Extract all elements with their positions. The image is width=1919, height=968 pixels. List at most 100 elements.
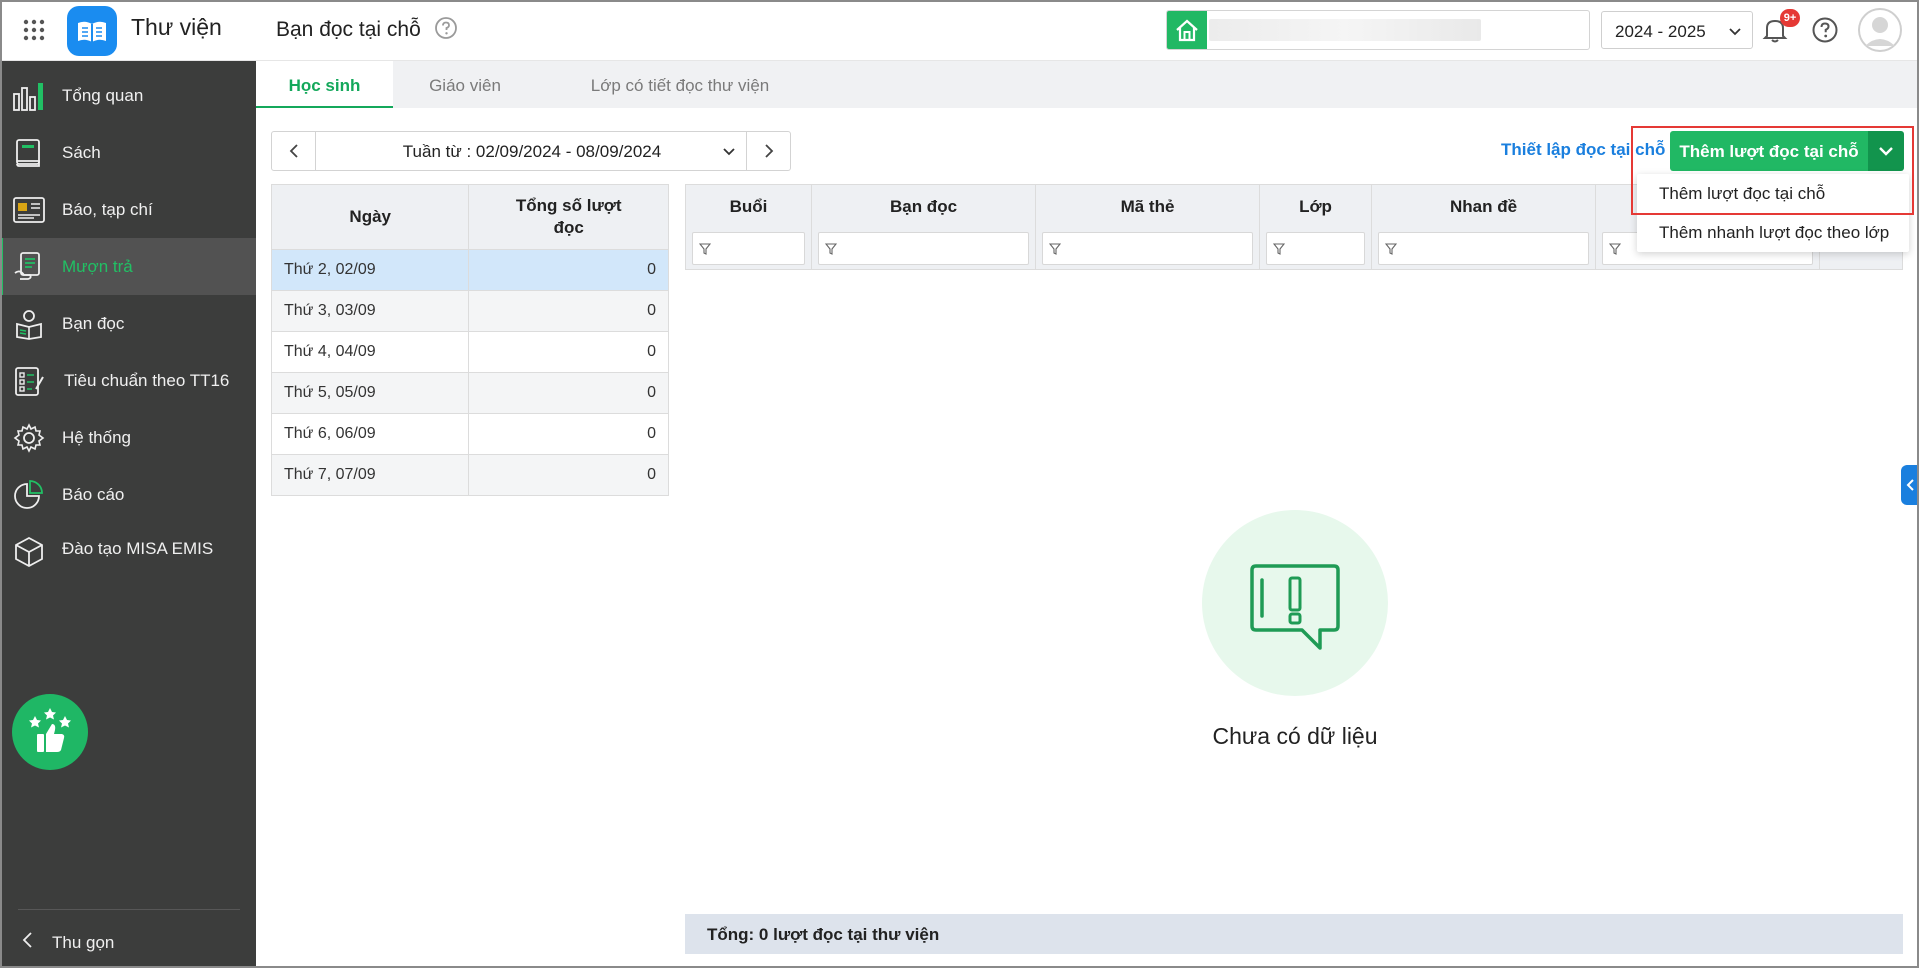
tab-students[interactable]: Học sinh <box>256 61 393 108</box>
help-icon[interactable] <box>1811 16 1839 44</box>
school-selector[interactable] <box>1166 10 1590 50</box>
column-title: Bạn đọc <box>889 197 958 216</box>
overview-chart-icon <box>13 83 43 111</box>
cube-icon <box>15 536 43 568</box>
user-avatar[interactable] <box>1858 8 1902 52</box>
sidebar-item-label: Đào tạo MISA EMIS <box>62 539 214 558</box>
sidebar-item-label: Hệ thống <box>62 428 131 447</box>
checklist-icon <box>15 367 44 396</box>
reading-setup-link[interactable]: Thiết lập đọc tại chỗ <box>1501 140 1665 160</box>
menu-item-add-reading[interactable]: Thêm lượt đọc tại chỗ <box>1637 174 1909 213</box>
open-book-icon <box>78 21 106 42</box>
column-title-name: Nhan đề <box>1372 185 1596 269</box>
count-cell: 0 <box>468 454 669 496</box>
filter-icon <box>1609 243 1621 255</box>
sidebar-item-borrow-return[interactable]: Mượn trả <box>0 238 256 295</box>
borrow-return-icon <box>14 252 40 280</box>
table-footer-summary: Tổng: 0 lượt đọc tại thư viện <box>685 914 1903 954</box>
chevron-down-icon <box>1879 147 1893 156</box>
chevron-left-icon <box>22 932 32 948</box>
book-icon <box>16 139 40 167</box>
add-reading-dropdown-toggle[interactable] <box>1868 131 1904 171</box>
collapse-label: Thu gọn <box>52 933 115 952</box>
sidebar-item-label: Báo, tạp chí <box>62 200 153 219</box>
empty-state-message: Chưa có dữ liệu <box>1212 723 1378 749</box>
sidebar-item-standards[interactable]: Tiêu chuẩn theo TT16 <box>0 352 256 409</box>
menu-item-quick-add-by-class[interactable]: Thêm nhanh lượt đọc theo lớp <box>1637 213 1909 252</box>
library-logo[interactable] <box>67 6 117 56</box>
table-row[interactable]: Thứ 3, 03/09 0 <box>270 290 669 332</box>
column-reader: Bạn đọc <box>812 185 1036 269</box>
day-cell: Thứ 2, 02/09 <box>270 249 470 291</box>
count-cell: 0 <box>468 249 669 291</box>
filter-icon <box>825 243 837 255</box>
tab-teachers[interactable]: Giáo viên <box>393 61 537 108</box>
chevron-left-icon <box>289 144 298 158</box>
right-panel-toggle[interactable] <box>1901 465 1919 505</box>
table-row[interactable]: Thứ 7, 07/09 0 <box>270 454 669 496</box>
app-title: Thư viện <box>131 14 222 40</box>
main-content: Học sinh Giáo viên Lớp có tiết đọc thư v… <box>256 61 1919 968</box>
page-title: Bạn đọc tại chỗ <box>276 18 421 41</box>
day-cell: Thứ 4, 04/09 <box>270 331 470 373</box>
column-header-total-reads: Tổng số lượt đọc <box>468 184 669 250</box>
sidebar-item-newspapers[interactable]: Báo, tạp chí <box>0 181 256 238</box>
class-filter-input[interactable] <box>1266 232 1365 265</box>
card-code-filter-input[interactable] <box>1042 232 1253 265</box>
day-cell: Thứ 5, 05/09 <box>270 372 470 414</box>
count-cell: 0 <box>468 413 669 455</box>
school-home-icon <box>1167 11 1207 49</box>
chevron-down-icon <box>723 148 735 156</box>
sidebar-item-label: Báo cáo <box>62 485 125 504</box>
sidebar-item-overview[interactable]: Tổng quan <box>0 67 256 124</box>
column-session: Buổi <box>686 185 812 269</box>
sidebar-item-books[interactable]: Sách <box>0 124 256 181</box>
filter-icon <box>1273 243 1285 255</box>
week-range-label: Tuần từ : 02/09/2024 - 08/09/2024 <box>402 142 662 161</box>
collapse-sidebar-button[interactable]: Thu gọn <box>18 925 114 960</box>
day-cell: Thứ 7, 07/09 <box>270 454 470 496</box>
session-filter-input[interactable] <box>692 232 805 265</box>
column-header-day: Ngày <box>270 184 470 250</box>
tab-library-class[interactable]: Lớp có tiết đọc thư viện <box>537 61 823 108</box>
week-range-select[interactable]: Tuần từ : 02/09/2024 - 08/09/2024 <box>316 132 748 170</box>
sidebar-item-system[interactable]: Hệ thống <box>0 409 256 466</box>
sidebar-item-label: Mượn trả <box>62 257 133 276</box>
table-row[interactable]: Thứ 2, 02/09 0 <box>270 249 669 291</box>
feedback-button[interactable] <box>12 694 88 770</box>
next-week-button[interactable] <box>746 132 790 170</box>
sidebar-item-reports[interactable]: Báo cáo <box>0 466 256 523</box>
apps-grid-icon[interactable] <box>22 18 46 42</box>
sidebar-divider <box>18 909 240 910</box>
previous-week-button[interactable] <box>272 132 316 170</box>
add-reading-button[interactable]: Thêm lượt đọc tại chỗ <box>1670 131 1868 171</box>
school-year-select[interactable]: 2024 - 2025 <box>1601 11 1753 49</box>
sidebar: Tổng quan Sách Báo, tạp chí Mượn trả Bạn… <box>0 61 256 968</box>
title-filter-input[interactable] <box>1378 232 1589 265</box>
column-title: Buổi <box>729 197 768 216</box>
tab-bar: Học sinh Giáo viên Lớp có tiết đọc thư v… <box>256 61 1919 108</box>
week-navigator: Tuần từ : 02/09/2024 - 08/09/2024 <box>271 131 791 171</box>
add-reading-split-button: Thêm lượt đọc tại chỗ <box>1670 131 1904 171</box>
thumbs-up-stars-icon <box>29 708 71 752</box>
empty-data-icon <box>1250 564 1340 650</box>
column-title: Nhan đề <box>1449 197 1518 216</box>
table-row[interactable]: Thứ 6, 06/09 0 <box>270 413 669 455</box>
notification-badge: 9+ <box>1780 9 1800 27</box>
chevron-down-icon <box>1729 28 1741 36</box>
gear-icon <box>13 423 45 453</box>
sidebar-item-readers[interactable]: Bạn đọc <box>0 295 256 352</box>
page-help-icon[interactable] <box>434 16 458 40</box>
pie-chart-icon <box>14 480 43 509</box>
school-name-blurred <box>1209 19 1481 41</box>
column-class: Lớp <box>1260 185 1372 269</box>
sidebar-item-label: Tiêu chuẩn theo TT16 <box>64 371 230 390</box>
sidebar-item-label: Bạn đọc <box>62 314 125 333</box>
day-summary-table: Ngày Tổng số lượt đọc Thứ 2, 02/09 0 Thứ… <box>270 184 669 496</box>
empty-state-illustration <box>1202 510 1388 696</box>
reader-filter-input[interactable] <box>818 232 1029 265</box>
table-row[interactable]: Thứ 5, 05/09 0 <box>270 372 669 414</box>
sidebar-item-training[interactable]: Đào tạo MISA EMIS <box>0 523 256 580</box>
table-row[interactable]: Thứ 4, 04/09 0 <box>270 331 669 373</box>
top-bar: Thư viện Bạn đọc tại chỗ 2024 - 2025 9+ <box>0 0 1919 61</box>
